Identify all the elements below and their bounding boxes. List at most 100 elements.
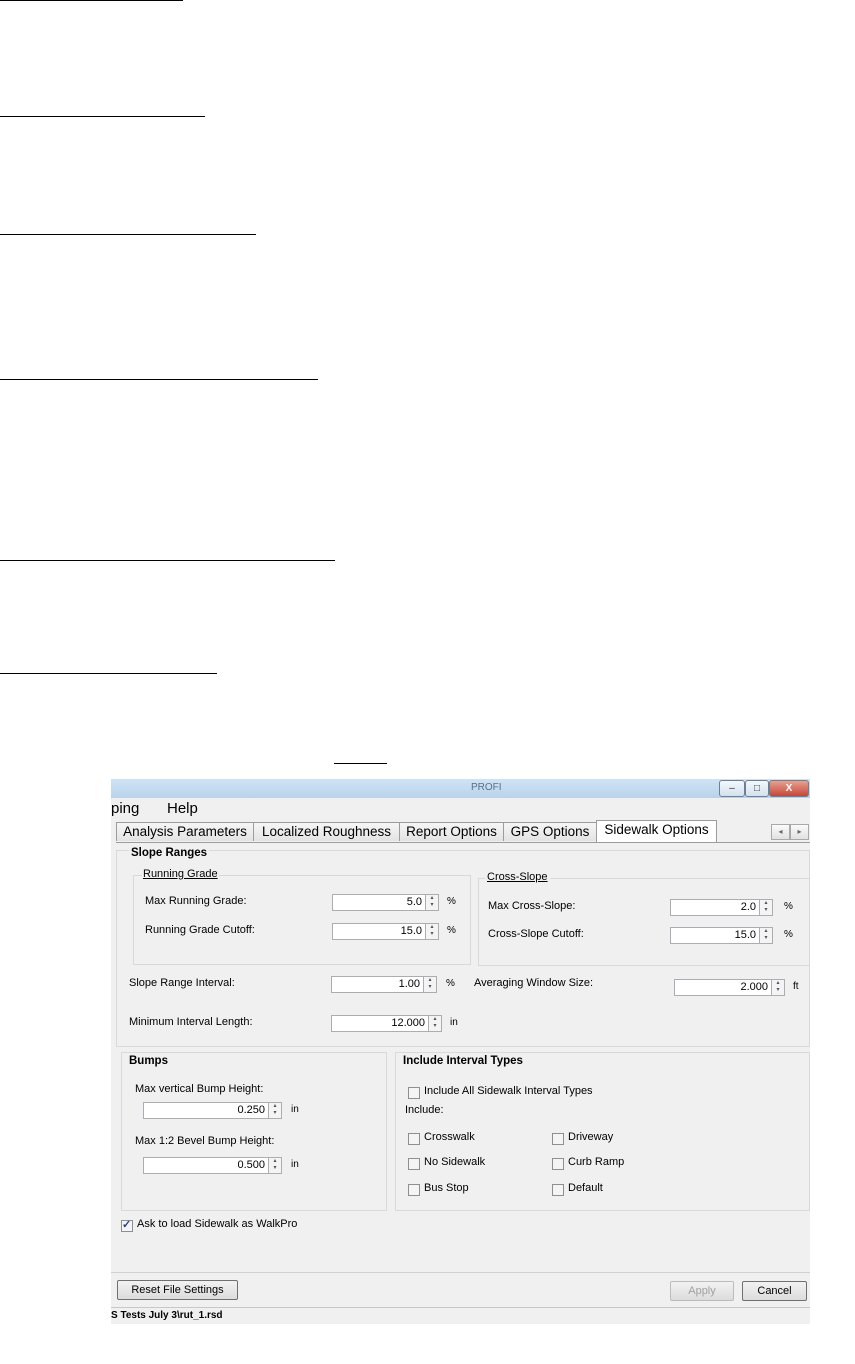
include-all-label[interactable]: Include All Sidewalk Interval Types — [424, 1085, 593, 1097]
averaging-window-label: Averaging Window Size: — [474, 977, 594, 989]
spin-down-icon[interactable]: ▾ — [760, 907, 772, 914]
spin-up-icon[interactable]: ▴ — [269, 1158, 281, 1165]
stepper-arrows[interactable]: ▴ ▾ — [268, 1157, 282, 1174]
bus-stop-label[interactable]: Bus Stop — [424, 1182, 469, 1194]
tab-sidewalk-options[interactable]: Sidewalk Options — [596, 820, 717, 842]
title-bar: PROFI – □ X — [111, 779, 810, 798]
bevel-bump-unit: in — [291, 1159, 299, 1170]
spin-up-icon[interactable]: ▴ — [424, 977, 436, 984]
include-all-checkbox[interactable] — [408, 1087, 420, 1099]
include-label: Include: — [405, 1104, 444, 1116]
max-running-grade-label: Max Running Grade: — [145, 895, 247, 907]
averaging-window-value[interactable]: 2.000 — [674, 979, 772, 996]
maximize-button[interactable]: □ — [745, 780, 769, 797]
menu-item-help[interactable]: Help — [167, 800, 198, 817]
status-bar: S Tests July 3\rut_1.rsd — [111, 1307, 810, 1324]
spin-up-icon[interactable]: ▴ — [429, 1016, 441, 1023]
crosswalk-label[interactable]: Crosswalk — [424, 1131, 475, 1143]
reset-file-settings-button[interactable]: Reset File Settings — [117, 1280, 238, 1300]
tab-analysis-parameters[interactable]: Analysis Parameters — [116, 822, 254, 841]
tab-scroll-right-button[interactable]: ▸ — [790, 824, 809, 840]
stepper-arrows[interactable]: ▴ ▾ — [268, 1102, 282, 1119]
no-sidewalk-checkbox[interactable] — [408, 1158, 420, 1170]
running-grade-title: Running Grade — [142, 868, 219, 880]
min-interval-length-label: Minimum Interval Length: — [129, 1016, 253, 1028]
interval-types-title: Include Interval Types — [403, 1055, 523, 1067]
curb-ramp-label[interactable]: Curb Ramp — [568, 1156, 624, 1168]
default-label[interactable]: Default — [568, 1182, 603, 1194]
stepper-arrows[interactable]: ▴ ▾ — [423, 976, 437, 993]
spin-up-icon[interactable]: ▴ — [426, 924, 438, 931]
min-interval-length-value[interactable]: 12.000 — [331, 1015, 429, 1032]
spin-down-icon[interactable]: ▾ — [772, 987, 784, 994]
close-button[interactable]: X — [769, 780, 809, 797]
apply-button[interactable]: Apply — [670, 1281, 734, 1301]
max-running-grade-value[interactable]: 5.0 — [332, 894, 426, 911]
cross-slope-cutoff-value[interactable]: 15.0 — [670, 927, 760, 944]
max-running-grade-unit: % — [447, 896, 456, 907]
vertical-bump-value[interactable]: 0.250 — [143, 1102, 269, 1119]
spin-up-icon[interactable]: ▴ — [760, 928, 772, 935]
tab-report-options[interactable]: Report Options — [399, 822, 504, 841]
averaging-window-unit: ft — [793, 981, 799, 992]
spin-down-icon[interactable]: ▾ — [426, 902, 438, 909]
spin-down-icon[interactable]: ▾ — [426, 931, 438, 938]
crosswalk-checkbox[interactable] — [408, 1133, 420, 1145]
bus-stop-checkbox[interactable] — [408, 1184, 420, 1196]
spin-down-icon[interactable]: ▾ — [269, 1165, 281, 1172]
document-underline — [334, 763, 387, 764]
stepper-arrows[interactable]: ▴ ▾ — [759, 899, 773, 916]
stepper-arrows[interactable]: ▴ ▾ — [425, 923, 439, 940]
menu-bar: ping Help — [111, 798, 810, 820]
tab-localized-roughness[interactable]: Localized Roughness — [253, 822, 400, 841]
bumps-group — [121, 1052, 387, 1211]
spin-up-icon[interactable]: ▴ — [772, 980, 784, 987]
spin-down-icon[interactable]: ▾ — [429, 1023, 441, 1030]
bevel-bump-value[interactable]: 0.500 — [143, 1157, 269, 1174]
bumps-title: Bumps — [129, 1055, 168, 1067]
spin-down-icon[interactable]: ▾ — [760, 935, 772, 942]
slope-range-interval-label: Slope Range Interval: — [129, 977, 235, 989]
default-checkbox[interactable] — [552, 1184, 564, 1196]
stepper-arrows[interactable]: ▴ ▾ — [428, 1015, 442, 1032]
spin-down-icon[interactable]: ▾ — [269, 1110, 281, 1117]
tab-strip: Analysis Parameters Localized Roughness … — [111, 820, 810, 842]
spin-up-icon[interactable]: ▴ — [269, 1103, 281, 1110]
bevel-bump-label: Max 1:2 Bevel Bump Height: — [135, 1135, 275, 1147]
ask-walkpro-checkbox[interactable] — [121, 1218, 133, 1232]
cross-slope-cutoff-unit: % — [784, 929, 793, 940]
spin-up-icon[interactable]: ▴ — [760, 900, 772, 907]
no-sidewalk-label[interactable]: No Sidewalk — [424, 1156, 485, 1168]
cancel-button[interactable]: Cancel — [742, 1281, 807, 1301]
slope-ranges-title: Slope Ranges — [129, 847, 210, 859]
dialog-footer: Reset File Settings Apply Cancel S Tests… — [111, 1272, 810, 1324]
document-underline — [0, 560, 335, 561]
spin-up-icon[interactable]: ▴ — [426, 895, 438, 902]
spin-down-icon[interactable]: ▾ — [424, 984, 436, 991]
menu-item-mapping[interactable]: ping — [111, 800, 139, 817]
document-underline — [0, 234, 256, 235]
cross-slope-group — [478, 878, 810, 966]
vertical-bump-label: Max vertical Bump Height: — [135, 1083, 264, 1095]
curb-ramp-checkbox[interactable] — [552, 1158, 564, 1170]
stepper-arrows[interactable]: ▴ ▾ — [425, 894, 439, 911]
tab-gps-options[interactable]: GPS Options — [503, 822, 597, 841]
stepper-arrows[interactable]: ▴ ▾ — [771, 979, 785, 996]
slope-range-interval-unit: % — [446, 978, 455, 989]
tab-scroll-left-button[interactable]: ◂ — [771, 824, 790, 840]
slope-range-interval-value[interactable]: 1.00 — [331, 976, 424, 993]
max-cross-slope-unit: % — [784, 901, 793, 912]
cross-slope-cutoff-label: Cross-Slope Cutoff: — [488, 928, 584, 940]
minimize-button[interactable]: – — [719, 780, 745, 797]
driveway-checkbox[interactable] — [552, 1133, 564, 1145]
vertical-bump-unit: in — [291, 1104, 299, 1115]
cross-slope-title: Cross-Slope — [485, 871, 550, 883]
running-grade-cutoff-value[interactable]: 15.0 — [332, 923, 426, 940]
running-grade-cutoff-unit: % — [447, 925, 456, 936]
stepper-arrows[interactable]: ▴ ▾ — [759, 927, 773, 944]
driveway-label[interactable]: Driveway — [568, 1131, 613, 1143]
max-cross-slope-label: Max Cross-Slope: — [488, 900, 576, 912]
ask-walkpro-label[interactable]: Ask to load Sidewalk as WalkPro — [137, 1218, 297, 1230]
document-underline — [0, 673, 217, 674]
max-cross-slope-value[interactable]: 2.0 — [670, 899, 760, 916]
